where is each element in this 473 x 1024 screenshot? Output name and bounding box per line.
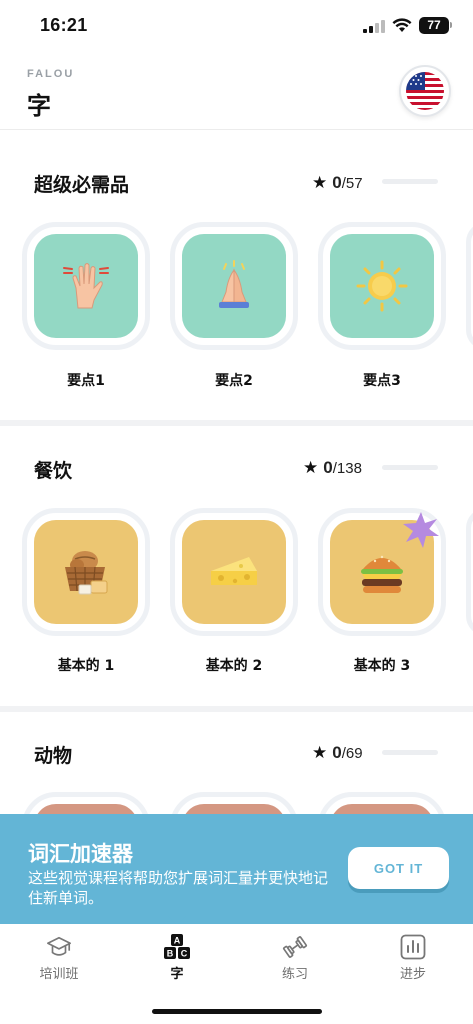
home-indicator [152, 1009, 322, 1014]
lesson-card-peek[interactable] [466, 508, 473, 636]
tab-courses[interactable]: 培训班 [0, 934, 118, 988]
tab-label: 字 [170, 967, 184, 982]
svg-text:B: B [167, 949, 174, 959]
tab-words[interactable]: A B C 字 [118, 934, 236, 988]
svg-text:C: C [181, 949, 188, 959]
section-food: 餐饮 ★ 0 /138 基本的 1 基本的 2 基本的 3 [0, 426, 473, 706]
section-title: 动物 [34, 745, 73, 767]
page-title: 字 [27, 92, 51, 120]
lesson-label: 基本的 3 [353, 658, 411, 674]
app-header: FALOU 字 [0, 52, 473, 130]
lesson-label: 基本的 1 [57, 658, 115, 674]
new-sparkle-icon [403, 512, 439, 548]
lesson-card-peek[interactable] [466, 222, 473, 350]
lesson-card-animals-1[interactable] [22, 792, 150, 814]
stars-total: /69 [341, 744, 363, 762]
stars-earned: 0 [332, 173, 342, 192]
lesson-card-food-2[interactable] [170, 508, 298, 636]
section-progress-bar [382, 750, 438, 755]
svg-text:A: A [174, 936, 181, 946]
lesson-label: 要点1 [67, 373, 105, 389]
tab-label: 培训班 [39, 967, 79, 982]
section-progress-bar [382, 465, 438, 470]
section-super-essentials: 超级必需品 ★ 0 /57 要点1 要点2 要点3 [0, 130, 473, 420]
lesson-card-essentials-2[interactable] [170, 222, 298, 350]
raised-hand-icon [63, 263, 109, 309]
section-animals: 动物 ★ 0 /69 [0, 712, 473, 814]
tab-progress[interactable]: 进步 [354, 934, 472, 988]
battery-cap [450, 22, 452, 28]
us-flag-icon [406, 72, 444, 110]
brand-name: FALOU [27, 68, 75, 80]
graduation-cap-icon [46, 934, 72, 960]
lesson-card-essentials-1[interactable] [22, 222, 150, 350]
cellular-signal-icon [363, 20, 385, 33]
lesson-card-essentials-3[interactable] [318, 222, 446, 350]
battery-indicator: 77 [419, 17, 449, 34]
burger-icon [361, 555, 403, 593]
praying-hands-icon [219, 260, 249, 308]
bar-chart-icon [400, 934, 426, 960]
star-icon: ★ [312, 173, 328, 192]
stars-total: /57 [341, 174, 363, 192]
sun-icon [356, 260, 408, 312]
section-stars: ★ 0 /138 [303, 458, 362, 478]
stars-total: /138 [332, 459, 362, 477]
language-flag-button[interactable] [399, 65, 451, 117]
vocabulary-booster-banner: 词汇加速器 这些视觉课程将帮助您扩展词汇量并更快地记住新单词。 GOT IT [0, 814, 473, 924]
got-it-button[interactable]: GOT IT [348, 847, 449, 889]
lesson-card-food-1[interactable] [22, 508, 150, 636]
section-title: 餐饮 [34, 460, 73, 482]
section-progress-bar [382, 179, 438, 184]
section-stars: ★ 0 /69 [312, 743, 363, 763]
stars-earned: 0 [323, 458, 333, 477]
status-time: 16:21 [40, 15, 88, 35]
wifi-icon [392, 18, 412, 32]
lesson-card-animals-3[interactable] [318, 792, 446, 814]
lesson-card-animals-2[interactable] [170, 792, 298, 814]
bread-basket-icon [65, 551, 108, 595]
tab-label: 练习 [281, 967, 308, 982]
abc-blocks-icon: A B C [164, 934, 190, 960]
stars-earned: 0 [332, 743, 342, 762]
status-bar: 16:21 77 [0, 0, 473, 52]
banner-title: 词汇加速器 [28, 842, 133, 866]
lesson-label: 基本的 2 [205, 658, 263, 674]
dumbbell-icon [282, 934, 308, 960]
tab-practice[interactable]: 练习 [236, 934, 354, 988]
star-icon: ★ [312, 743, 328, 762]
banner-description: 这些视觉课程将帮助您扩展词汇量并更快地记住新单词。 [28, 869, 329, 907]
lesson-label: 要点3 [363, 373, 401, 389]
star-icon: ★ [303, 458, 319, 477]
section-stars: ★ 0 /57 [312, 173, 363, 193]
lesson-label: 要点2 [215, 373, 253, 389]
section-title: 超级必需品 [34, 174, 130, 196]
tab-label: 进步 [399, 967, 426, 982]
cheese-icon [211, 557, 257, 585]
